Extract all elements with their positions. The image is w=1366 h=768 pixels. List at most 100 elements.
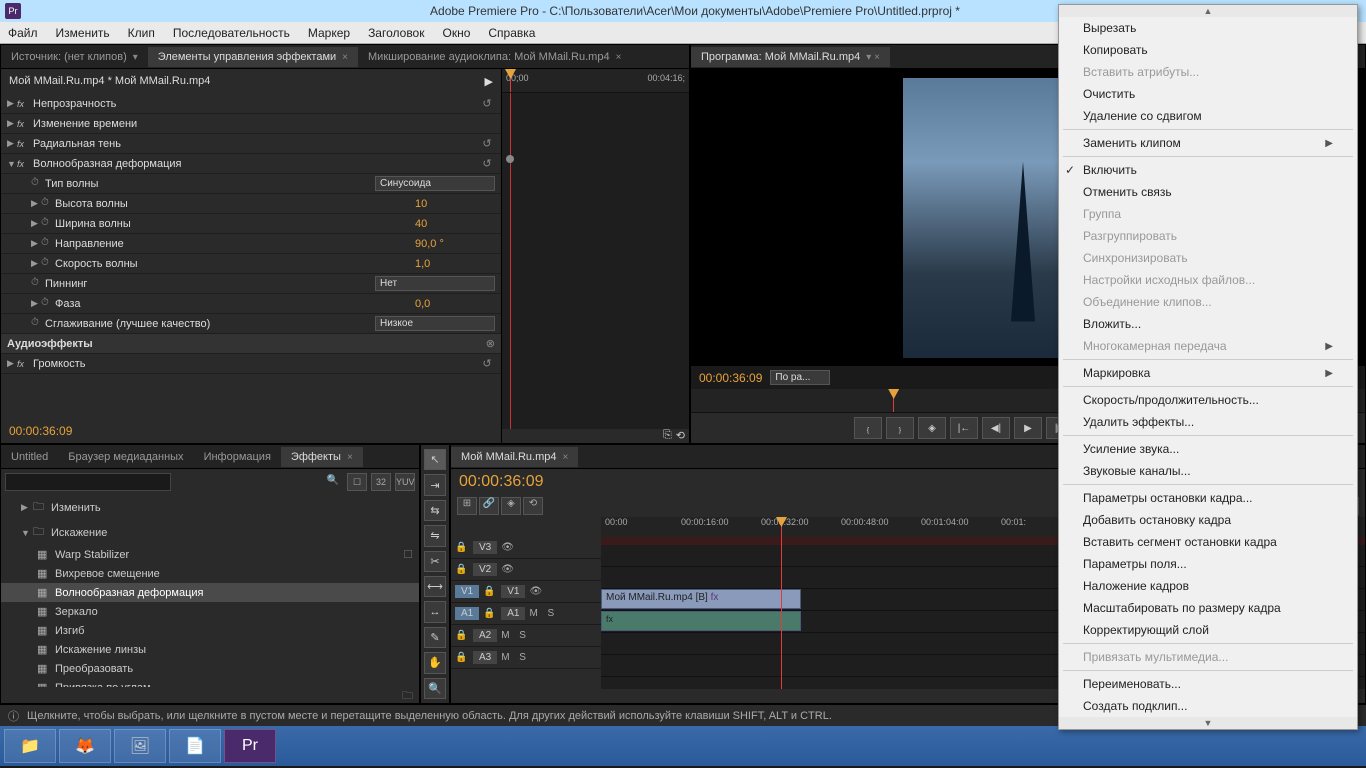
context-menu-item[interactable]: Заменить клипом▶ (1059, 132, 1357, 154)
effects-search-input[interactable] (5, 473, 171, 491)
track-header[interactable]: 🔒V2👁 (451, 559, 601, 581)
context-menu-item[interactable]: Удалить эффекты... (1059, 411, 1357, 433)
lock-icon[interactable]: 🔒 (455, 630, 469, 641)
track-header[interactable]: 🔒A2MS (451, 625, 601, 647)
effect-timecode[interactable]: 00:00:36:09 (1, 419, 501, 443)
direction-value[interactable]: 90,0 ° (415, 238, 495, 250)
menu-marker[interactable]: Маркер (308, 26, 350, 40)
rate-stretch-tool[interactable]: ✂ (424, 551, 446, 572)
menu-title[interactable]: Заголовок (368, 26, 424, 40)
stopwatch-icon[interactable]: ⏱ (41, 217, 55, 231)
track-header[interactable]: A1🔒A1MS (451, 603, 601, 625)
loop-icon[interactable]: ⟲ (676, 429, 685, 443)
tree-preset[interactable]: ▦Warp Stabilizer☐ (1, 545, 419, 564)
lock-icon[interactable]: 🔒 (483, 586, 497, 597)
tab-source[interactable]: Источник: (нет клипов)▾ (1, 47, 148, 67)
context-menu-item[interactable]: Отменить связь (1059, 181, 1357, 203)
ripple-edit-tool[interactable]: ⇆ (424, 500, 446, 521)
context-menu-item[interactable]: Копировать (1059, 39, 1357, 61)
tree-preset[interactable]: ▦Изгиб (1, 621, 419, 640)
tab-info[interactable]: Информация (194, 447, 281, 467)
lock-icon[interactable]: 🔒 (455, 542, 469, 553)
context-menu-item[interactable]: Переименовать... (1059, 673, 1357, 695)
context-menu-item[interactable]: Параметры поля... (1059, 553, 1357, 575)
step-back-button[interactable]: ◀| (982, 417, 1010, 439)
menu-scroll-up[interactable]: ▲ (1059, 5, 1357, 17)
menu-help[interactable]: Справка (488, 26, 535, 40)
effect-wave-warp[interactable]: Волнообразная деформация (33, 158, 479, 170)
lock-icon[interactable]: 🔒 (455, 564, 469, 575)
new-bin-icon[interactable]: 🗀 (1, 687, 419, 703)
track-header[interactable]: V1🔒V1👁 (451, 581, 601, 603)
tab-sequence[interactable]: Мой MMail.Ru.mp4× (451, 447, 578, 467)
snap-icon[interactable]: ⊞ (457, 497, 477, 515)
zoom-tool[interactable]: 🔍 (424, 678, 446, 699)
mark-out-button[interactable]: ﹜ (886, 417, 914, 439)
phase-value[interactable]: 0,0 (415, 298, 495, 310)
context-menu-item[interactable]: Создать подклип... (1059, 695, 1357, 717)
effect-opacity[interactable]: Непрозрачность (33, 98, 479, 110)
mark-in-button[interactable]: ﹛ (854, 417, 882, 439)
keyframe-marker[interactable] (506, 155, 514, 163)
lock-icon[interactable]: 🔒 (483, 608, 497, 619)
tree-preset[interactable]: ▦Волнообразная деформация (1, 583, 419, 602)
lock-icon[interactable]: 🔒 (455, 652, 469, 663)
marker-icon[interactable]: ◈ (501, 497, 521, 515)
stopwatch-icon[interactable]: ⏱ (31, 177, 45, 191)
context-menu-item[interactable]: Параметры остановки кадра... (1059, 487, 1357, 509)
tree-preset[interactable]: ▦Вихревое смещение (1, 564, 419, 583)
taskbar-image[interactable]: 🖼 (114, 729, 166, 763)
pinning-select[interactable]: Нет (375, 276, 495, 291)
antialias-select[interactable]: Низкое (375, 316, 495, 331)
fit-select[interactable]: По ра... (770, 370, 830, 385)
razor-tool[interactable]: ⟷ (424, 576, 446, 597)
menu-file[interactable]: Файл (8, 26, 38, 40)
context-menu-item[interactable]: Вырезать (1059, 17, 1357, 39)
audio-clip[interactable]: fx (601, 611, 801, 631)
wave-type-select[interactable]: Синусоида (375, 176, 495, 191)
context-menu-item[interactable]: Корректирующий слой (1059, 619, 1357, 641)
track-header[interactable]: 🔒V3👁 (451, 537, 601, 559)
tab-project[interactable]: Untitled (1, 447, 58, 467)
fx-accel-icon[interactable]: ☐ (347, 473, 367, 491)
taskbar-wordpad[interactable]: 📄 (169, 729, 221, 763)
toggle-output-icon[interactable]: 👁 (501, 564, 515, 575)
stopwatch-icon[interactable]: ⏱ (41, 197, 55, 211)
toggle-output-icon[interactable]: 👁 (501, 542, 515, 553)
context-menu-item[interactable]: Масштабировать по размеру кадра (1059, 597, 1357, 619)
effect-volume[interactable]: Громкость (33, 358, 479, 370)
sync-lock-icon[interactable]: ⟲ (523, 497, 543, 515)
reset-icon[interactable]: ↺ (479, 357, 495, 370)
program-timecode[interactable]: 00:00:36:09 (699, 371, 762, 385)
stopwatch-icon[interactable]: ⏱ (41, 257, 55, 271)
menu-window[interactable]: Окно (442, 26, 470, 40)
context-menu-item[interactable]: Добавить остановку кадра (1059, 509, 1357, 531)
fx-yuv-icon[interactable]: YUV (395, 473, 415, 491)
selection-tool[interactable]: ↖ (424, 449, 446, 470)
rolling-edit-tool[interactable]: ⇋ (424, 525, 446, 546)
tree-preset[interactable]: ▦Привязка по углам (1, 678, 419, 687)
menu-clip[interactable]: Клип (128, 26, 155, 40)
tab-effects[interactable]: Эффекты× (281, 447, 363, 467)
marker-button[interactable]: ◈ (918, 417, 946, 439)
context-menu-item[interactable]: Звуковые каналы... (1059, 460, 1357, 482)
context-menu-item[interactable]: Вложить... (1059, 313, 1357, 335)
video-clip[interactable]: Мой MMail.Ru.mp4 [В] fx (601, 589, 801, 609)
context-menu-item[interactable]: Скорость/продолжительность... (1059, 389, 1357, 411)
toggle-output-icon[interactable]: 👁 (529, 586, 543, 597)
context-menu-item[interactable]: ✓Включить (1059, 159, 1357, 181)
linked-selection-icon[interactable]: 🔗 (479, 497, 499, 515)
reset-icon[interactable]: ↺ (479, 157, 495, 170)
track-header[interactable]: 🔒A3MS (451, 647, 601, 669)
stopwatch-icon[interactable]: ⏱ (41, 297, 55, 311)
tree-folder[interactable]: ▼🗀Искажение (1, 520, 419, 545)
export-frame-icon[interactable]: ⎘ (663, 429, 672, 443)
tree-preset[interactable]: ▦Искажение линзы (1, 640, 419, 659)
context-menu-item[interactable]: Удаление со сдвигом (1059, 105, 1357, 127)
menu-edit[interactable]: Изменить (56, 26, 110, 40)
slip-tool[interactable]: ↔ (424, 601, 446, 622)
wave-speed-value[interactable]: 1,0 (415, 258, 495, 270)
context-menu-item[interactable]: Усиление звука... (1059, 438, 1357, 460)
context-menu-item[interactable]: Наложение кадров (1059, 575, 1357, 597)
tab-program[interactable]: Программа: Мой MMail.Ru.mp4▾ × (691, 47, 890, 67)
